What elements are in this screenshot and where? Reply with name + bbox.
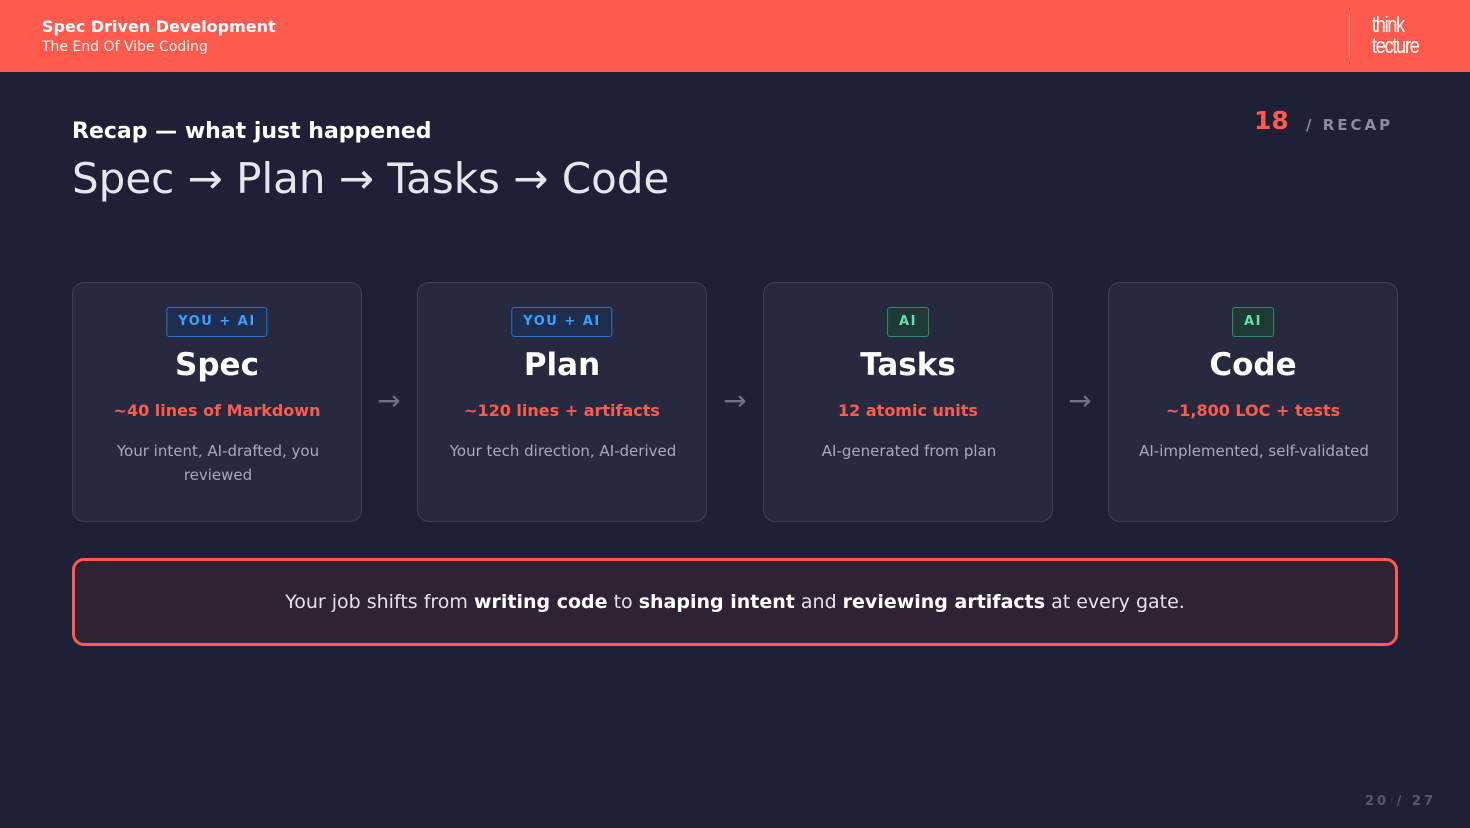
card-spec: YOU + AI Spec ~40 lines of Markdown Your… bbox=[72, 282, 362, 522]
page-title: Spec → Plan → Tasks → Code bbox=[72, 154, 670, 203]
card-tasks: AI Tasks 12 atomic units AI-generated fr… bbox=[763, 282, 1053, 522]
callout-box: Your job shifts from writing code to sha… bbox=[72, 558, 1398, 646]
card-metric: ~1,800 LOC + tests bbox=[1165, 401, 1341, 420]
card-description: AI-implemented, self-validated bbox=[1139, 442, 1369, 460]
callout-part: Your job shifts from bbox=[285, 591, 474, 613]
deck-title: Spec Driven Development bbox=[42, 17, 276, 36]
slide-kicker: Recap — what just happened bbox=[72, 119, 432, 144]
section-label: / RECAP bbox=[1306, 116, 1394, 134]
slide-number: 18 bbox=[1254, 106, 1289, 135]
role-badge: AI bbox=[1232, 307, 1274, 337]
card-code: AI Code ~1,800 LOC + tests AI-implemente… bbox=[1108, 282, 1398, 522]
arrow-right-icon: → bbox=[377, 384, 401, 417]
header-divider bbox=[1349, 14, 1350, 58]
card-title: Tasks bbox=[860, 347, 956, 383]
deck-subtitle: The End Of Vibe Coding bbox=[42, 39, 208, 55]
thinktecture-logo: think tecture bbox=[1372, 14, 1421, 60]
callout-part: at every gate. bbox=[1045, 591, 1185, 613]
header-bar: Spec Driven Development The End Of Vibe … bbox=[0, 0, 1470, 72]
role-badge: YOU + AI bbox=[511, 307, 613, 337]
slide-page: Spec Driven Development The End Of Vibe … bbox=[0, 0, 1470, 828]
callout-emphasis: shaping intent bbox=[638, 591, 795, 613]
page-counter: 20 / 27 bbox=[1365, 794, 1436, 809]
card-description: Your tech direction, AI-derived bbox=[449, 442, 677, 460]
card-title: Plan bbox=[523, 347, 601, 383]
role-badge: YOU + AI bbox=[166, 307, 268, 337]
card-metric: 12 atomic units bbox=[838, 401, 978, 420]
callout-text: Your job shifts from writing code to sha… bbox=[285, 591, 1185, 613]
card-metric: ~120 lines + artifacts bbox=[464, 401, 660, 420]
callout-part: and bbox=[794, 591, 843, 613]
card-title: Code bbox=[1209, 347, 1297, 383]
callout-emphasis: writing code bbox=[473, 591, 608, 613]
arrow-right-icon: → bbox=[1068, 384, 1092, 417]
card-title: Spec bbox=[175, 347, 259, 383]
arrow-right-icon: → bbox=[723, 384, 747, 417]
logo-line-1: think bbox=[1372, 12, 1405, 37]
card-description: AI-generated from plan bbox=[821, 442, 997, 460]
card-description: Your intent, AI-drafted, you reviewed bbox=[116, 442, 320, 484]
role-badge: AI bbox=[887, 307, 929, 337]
card-plan: YOU + AI Plan ~120 lines + artifacts You… bbox=[417, 282, 707, 522]
callout-part: to bbox=[607, 591, 639, 613]
card-metric: ~40 lines of Markdown bbox=[113, 401, 321, 420]
logo-line-2: tecture bbox=[1372, 33, 1420, 58]
callout-emphasis: reviewing artifacts bbox=[842, 591, 1046, 613]
